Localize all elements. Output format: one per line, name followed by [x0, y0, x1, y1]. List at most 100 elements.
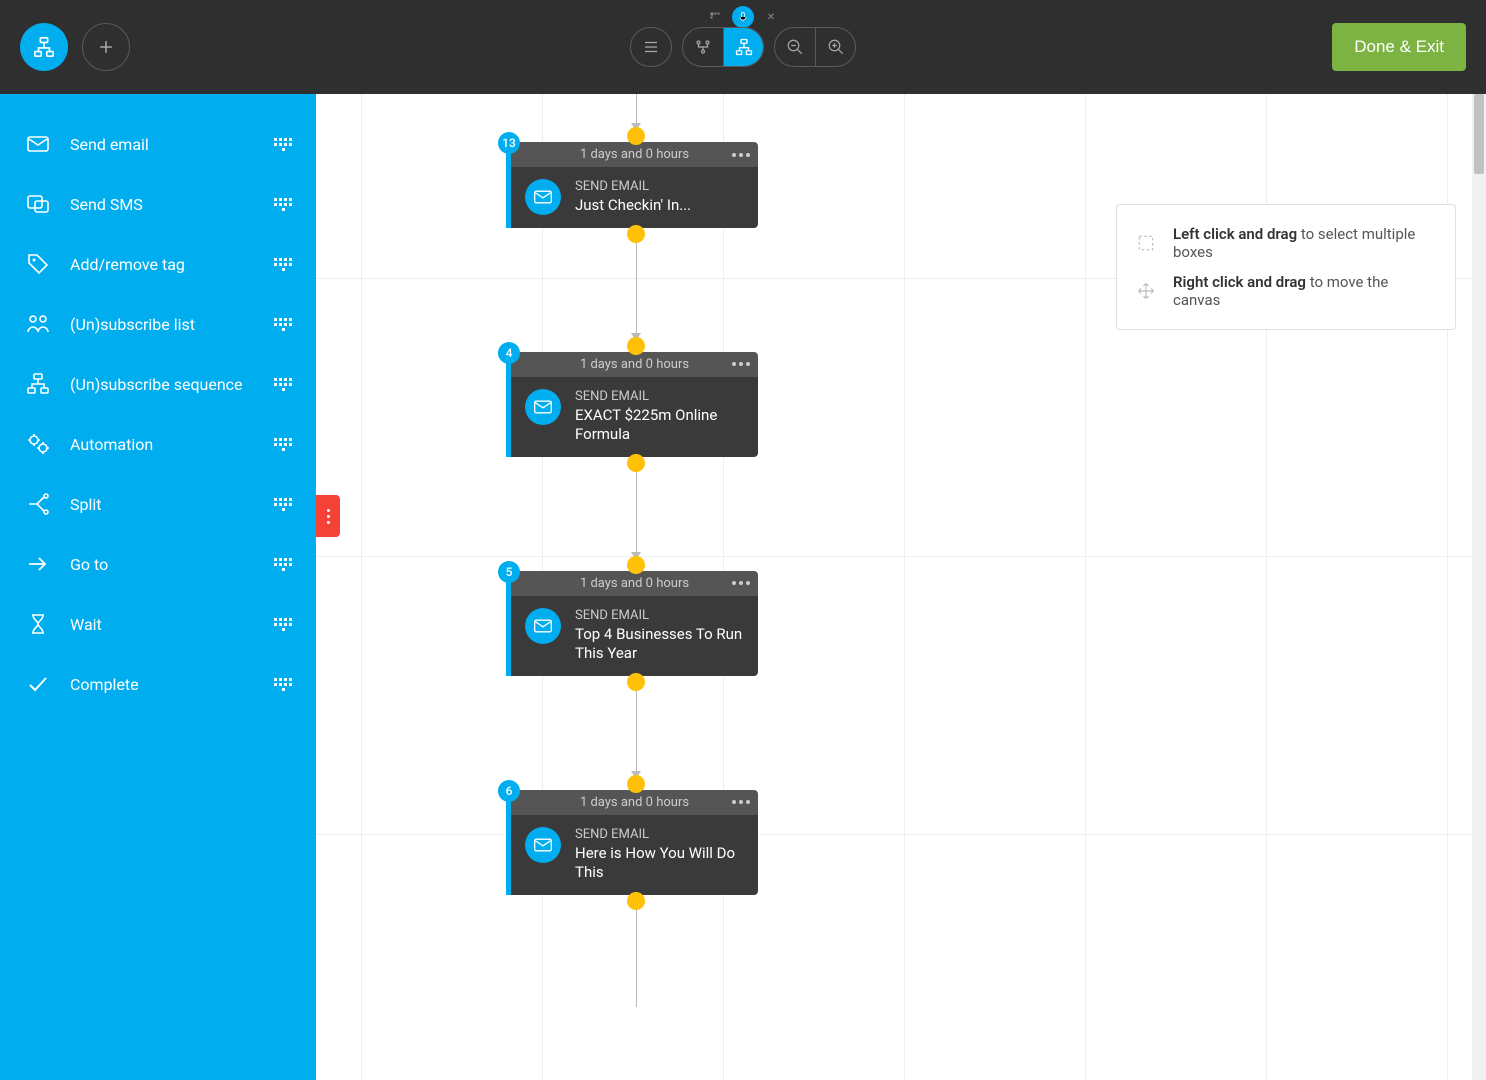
- scrollbar-thumb[interactable]: [1474, 94, 1484, 174]
- sidebar-item-tag[interactable]: Add/remove tag: [0, 234, 316, 294]
- flow-column: 13 1 days and 0 hours SEND EMAIL Just Ch…: [506, 94, 766, 1007]
- flow-node[interactable]: 4 1 days and 0 hours SEND EMAIL EXACT $2…: [506, 352, 758, 457]
- vertical-scrollbar[interactable]: [1472, 94, 1486, 1080]
- node-badge: 13: [498, 132, 520, 154]
- grip-icon[interactable]: [274, 615, 292, 633]
- grip-icon[interactable]: [274, 555, 292, 573]
- email-icon: [24, 130, 52, 158]
- connector: [636, 907, 637, 1007]
- node-body: SEND EMAIL EXACT $225m Online Formula: [506, 377, 758, 457]
- node-type: SEND EMAIL: [575, 389, 744, 404]
- flow-dot[interactable]: [627, 454, 645, 472]
- sidebar: Send email Send SMS Add/remove tag (Un)s…: [0, 94, 316, 1080]
- mini-icons-row: ✕: [706, 6, 780, 28]
- sidebar-item-label: Complete: [70, 675, 274, 694]
- node-header: 1 days and 0 hours: [506, 790, 758, 815]
- grip-icon[interactable]: [274, 375, 292, 393]
- grip-icon[interactable]: [274, 195, 292, 213]
- sidebar-item-label: Go to: [70, 555, 274, 574]
- gears-icon: [24, 430, 52, 458]
- flow-view-button[interactable]: [723, 27, 763, 67]
- branch-view-button[interactable]: [683, 27, 723, 67]
- grip-icon[interactable]: [274, 135, 292, 153]
- node-header: 1 days and 0 hours: [506, 571, 758, 596]
- sidebar-item-send-sms[interactable]: Send SMS: [0, 174, 316, 234]
- node-title: Here is How You Will Do This: [575, 844, 744, 883]
- grip-icon[interactable]: [274, 255, 292, 273]
- flow-node[interactable]: 13 1 days and 0 hours SEND EMAIL Just Ch…: [506, 142, 758, 228]
- flow-dot[interactable]: [627, 556, 645, 574]
- flow-dot[interactable]: [627, 775, 645, 793]
- node-type: SEND EMAIL: [575, 827, 744, 842]
- done-exit-button[interactable]: Done & Exit: [1332, 23, 1466, 71]
- topbar-left: [20, 23, 130, 71]
- view-toggle: [682, 27, 764, 67]
- help-panel: Left click and drag to select multiple b…: [1116, 204, 1456, 330]
- help-line: Right click and drag to move the canvas: [1173, 273, 1437, 309]
- split-icon: [24, 490, 52, 518]
- grid-mini-icon[interactable]: [706, 8, 724, 26]
- node-type: SEND EMAIL: [575, 608, 744, 623]
- sidebar-item-label: (Un)subscribe list: [70, 315, 274, 334]
- more-icon[interactable]: [732, 362, 750, 366]
- node-delay: 1 days and 0 hours: [580, 147, 689, 162]
- node-body: SEND EMAIL Just Checkin' In...: [506, 167, 758, 228]
- sidebar-item-split[interactable]: Split: [0, 474, 316, 534]
- email-icon: [525, 827, 561, 863]
- sidebar-item-goto[interactable]: Go to: [0, 534, 316, 594]
- zoom-out-button[interactable]: [775, 27, 815, 67]
- hourglass-icon: [24, 610, 52, 638]
- grip-icon[interactable]: [274, 435, 292, 453]
- topbar: ✕ Done & Exit: [0, 0, 1486, 94]
- help-line: Left click and drag to select multiple b…: [1173, 225, 1437, 261]
- node-delay: 1 days and 0 hours: [580, 795, 689, 810]
- grip-icon[interactable]: [274, 675, 292, 693]
- list-view-button[interactable]: [630, 27, 672, 67]
- sms-icon: [24, 190, 52, 218]
- node-badge: 4: [498, 342, 520, 364]
- sidebar-item-complete[interactable]: Complete: [0, 654, 316, 714]
- sidebar-item-label: Split: [70, 495, 274, 514]
- flow-node[interactable]: 6 1 days and 0 hours SEND EMAIL Here is …: [506, 790, 758, 895]
- sidebar-item-wait[interactable]: Wait: [0, 594, 316, 654]
- flow-dot[interactable]: [627, 127, 645, 145]
- zoom-in-button[interactable]: [815, 27, 855, 67]
- connector: [636, 688, 637, 778]
- sidebar-item-subscribe-sequence[interactable]: (Un)subscribe sequence: [0, 354, 316, 414]
- canvas[interactable]: 13 1 days and 0 hours SEND EMAIL Just Ch…: [316, 94, 1486, 1080]
- email-icon: [525, 389, 561, 425]
- sidebar-item-label: Send SMS: [70, 195, 274, 214]
- flow-dot[interactable]: [627, 892, 645, 910]
- add-button[interactable]: [82, 23, 130, 71]
- grip-icon[interactable]: [274, 495, 292, 513]
- mic-icon[interactable]: [732, 6, 754, 28]
- node-type: SEND EMAIL: [575, 179, 691, 194]
- sidebar-collapse-tab[interactable]: [316, 495, 340, 537]
- flow-dot[interactable]: [627, 673, 645, 691]
- sequence-icon: [24, 370, 52, 398]
- people-icon: [24, 310, 52, 338]
- more-icon[interactable]: [732, 153, 750, 157]
- node-title: Top 4 Businesses To Run This Year: [575, 625, 744, 664]
- grip-icon[interactable]: [274, 315, 292, 333]
- sidebar-item-subscribe-list[interactable]: (Un)subscribe list: [0, 294, 316, 354]
- sidebar-item-send-email[interactable]: Send email: [0, 114, 316, 174]
- node-header: 1 days and 0 hours: [506, 142, 758, 167]
- flow-dot[interactable]: [627, 225, 645, 243]
- more-icon[interactable]: [732, 800, 750, 804]
- node-badge: 6: [498, 780, 520, 802]
- flow-node[interactable]: 5 1 days and 0 hours SEND EMAIL Top 4 Bu…: [506, 571, 758, 676]
- connector: [636, 469, 637, 559]
- check-icon: [24, 670, 52, 698]
- more-icon[interactable]: [732, 581, 750, 585]
- email-icon: [525, 608, 561, 644]
- sidebar-item-automation[interactable]: Automation: [0, 414, 316, 474]
- node-header: 1 days and 0 hours: [506, 352, 758, 377]
- select-icon: [1135, 232, 1157, 254]
- flow-mode-button[interactable]: [20, 23, 68, 71]
- zoom-controls: [774, 27, 856, 67]
- node-body: SEND EMAIL Top 4 Businesses To Run This …: [506, 596, 758, 676]
- flow-dot[interactable]: [627, 337, 645, 355]
- email-icon: [525, 179, 561, 215]
- mini-extra-icon[interactable]: ✕: [762, 8, 780, 26]
